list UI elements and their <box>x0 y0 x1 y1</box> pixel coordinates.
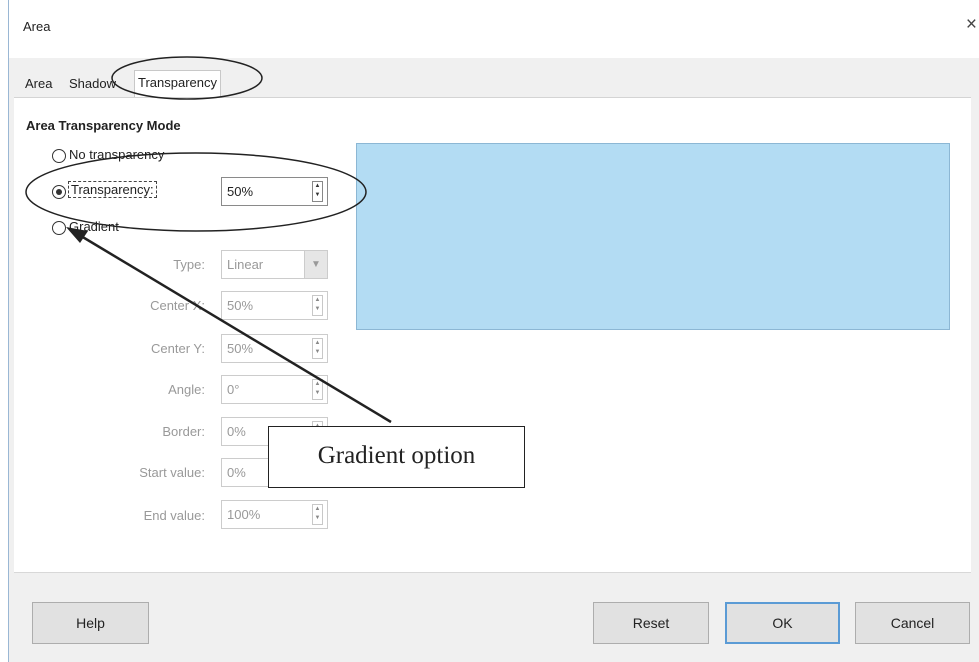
type-value: Linear <box>227 257 264 272</box>
chevron-down-icon[interactable]: ▼ <box>304 251 327 278</box>
type-select[interactable]: Linear ▼ <box>221 250 328 279</box>
gradient-option-callout: Gradient option <box>268 426 525 488</box>
type-label: Type: <box>173 257 205 272</box>
end-value-label: End value: <box>143 508 205 523</box>
gradient-label[interactable]: Gradient <box>69 219 119 234</box>
start-value-value[interactable]: 0% <box>227 465 246 480</box>
spin-arrows-icon[interactable]: ▲▼ <box>312 338 323 359</box>
center-y-value[interactable]: 50% <box>227 341 253 356</box>
reset-button[interactable]: Reset <box>593 602 709 644</box>
transparency-value[interactable]: 50% <box>227 184 253 199</box>
dialog-title: Area <box>23 19 51 34</box>
angle-spinbox[interactable]: 0° ▲ ▼ <box>221 375 328 404</box>
no-transparency-label[interactable]: No transparency <box>69 147 164 162</box>
spin-arrows-icon[interactable]: ▲▼ <box>312 295 323 316</box>
center-x-spinbox[interactable]: 50% ▲ ▼ <box>221 291 328 320</box>
end-value-spinbox[interactable]: 100% ▲ ▼ <box>221 500 328 529</box>
center-x-value[interactable]: 50% <box>227 298 253 313</box>
transparency-radio[interactable] <box>52 185 66 199</box>
transparency-preview <box>356 143 950 330</box>
close-icon[interactable]: × <box>966 14 977 36</box>
center-y-spinbox[interactable]: 50% ▲ ▼ <box>221 334 328 363</box>
transparency-spinbox[interactable]: 50% ▲ ▼ <box>221 177 328 206</box>
border-value[interactable]: 0% <box>227 424 246 439</box>
spin-arrows-icon[interactable]: ▲▼ <box>312 504 323 525</box>
gradient-radio[interactable] <box>52 221 66 235</box>
help-button[interactable]: Help <box>32 602 149 644</box>
spin-arrows-icon[interactable]: ▲▼ <box>312 181 323 202</box>
tab-shadow[interactable]: Shadow <box>66 72 119 96</box>
transparency-label[interactable]: Transparency: <box>68 181 157 198</box>
center-x-label: Center X: <box>150 298 205 313</box>
angle-label: Angle: <box>168 382 205 397</box>
end-value-value[interactable]: 100% <box>227 507 260 522</box>
tab-area[interactable]: Area <box>22 72 55 96</box>
angle-value[interactable]: 0° <box>227 382 239 397</box>
section-title: Area Transparency Mode <box>26 118 181 133</box>
start-value-label: Start value: <box>139 465 205 480</box>
border-label: Border: <box>162 424 205 439</box>
tab-transparency[interactable]: Transparency <box>134 70 221 98</box>
center-y-label: Center Y: <box>151 341 205 356</box>
ok-button[interactable]: OK <box>725 602 840 644</box>
cancel-button[interactable]: Cancel <box>855 602 970 644</box>
spin-arrows-icon[interactable]: ▲▼ <box>312 379 323 400</box>
no-transparency-radio[interactable] <box>52 149 66 163</box>
title-bar: Area × <box>9 0 979 58</box>
